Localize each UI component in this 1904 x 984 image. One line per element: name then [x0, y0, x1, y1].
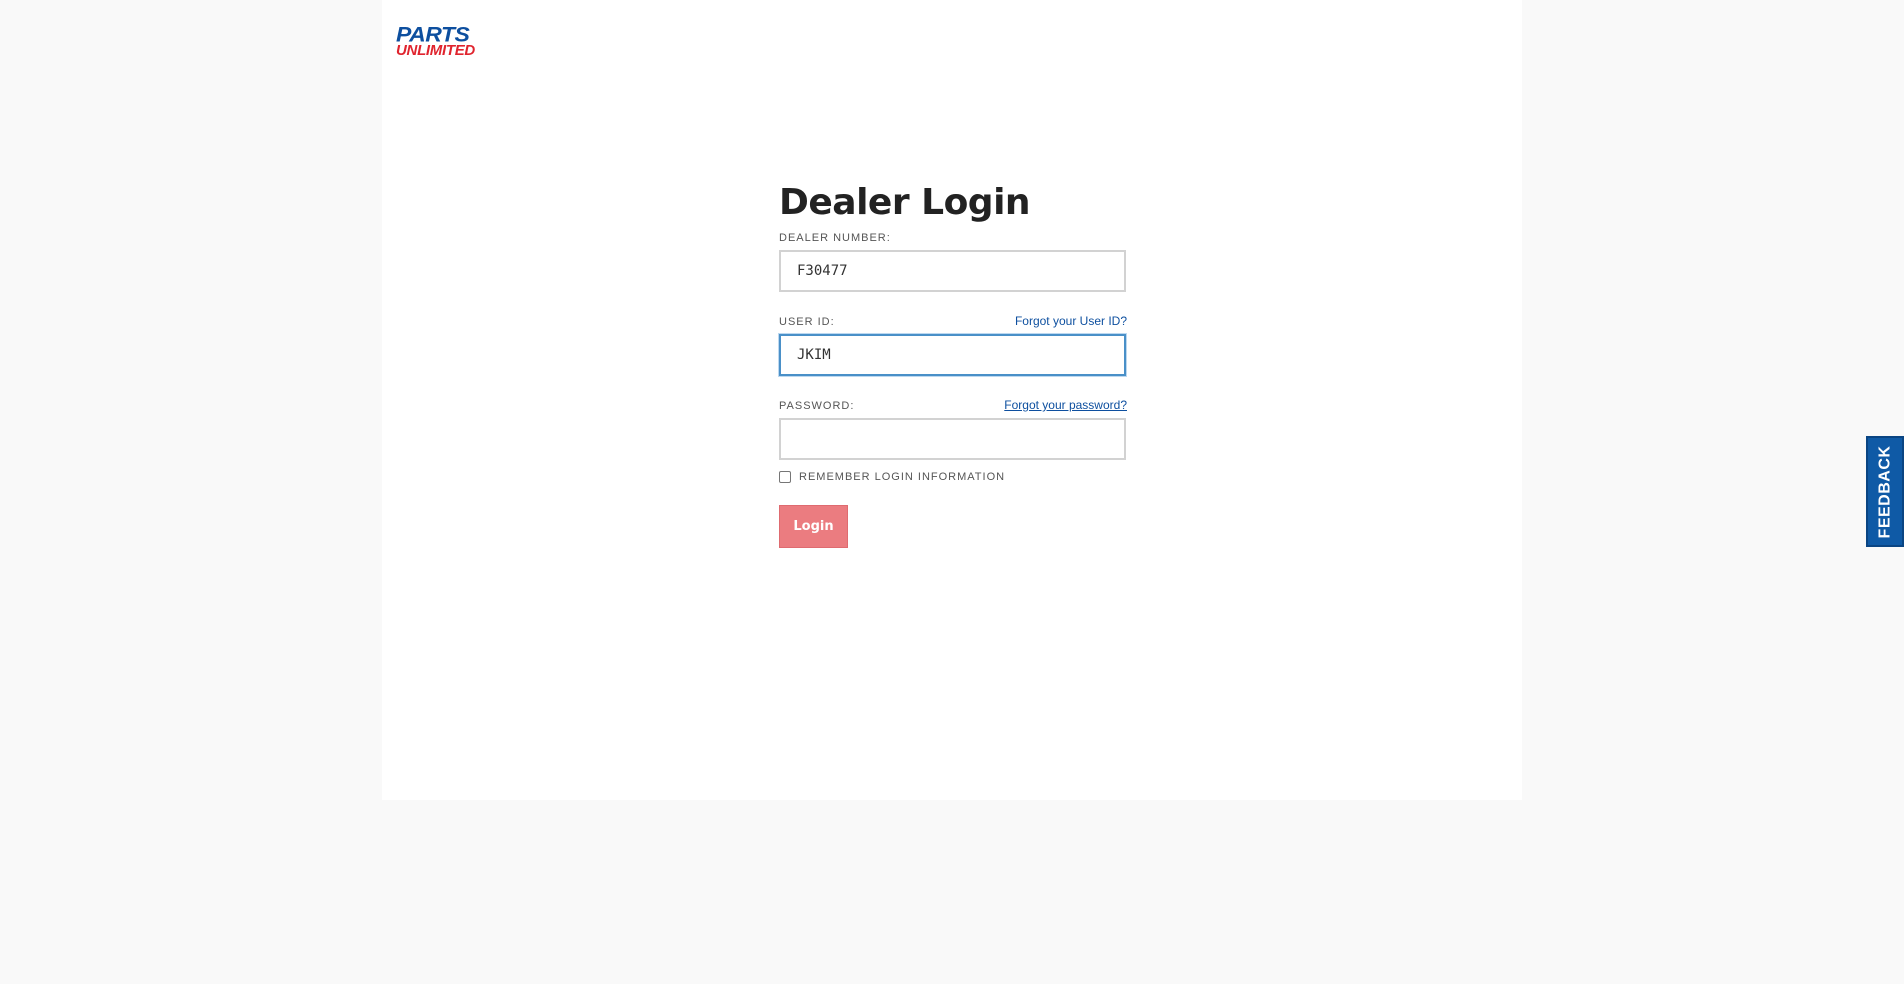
logo-line-parts: PARTS	[396, 22, 470, 47]
user-id-label-row: USER ID: Forgot your User ID?	[779, 314, 1127, 328]
remember-login-checkbox[interactable]	[779, 471, 791, 483]
password-label-row: PASSWORD: Forgot your password?	[779, 398, 1127, 412]
password-field-group: PASSWORD: Forgot your password?	[779, 398, 1127, 460]
feedback-tab-label: FEEDBACK	[1876, 445, 1894, 538]
dealer-number-field-group: DEALER NUMBER:	[779, 230, 1127, 292]
dealer-number-label-row: DEALER NUMBER:	[779, 230, 1127, 244]
feedback-tab[interactable]: FEEDBACK	[1866, 436, 1904, 547]
dealer-login-form: Dealer Login DEALER NUMBER: USER ID: For…	[779, 176, 1127, 548]
user-id-input[interactable]	[779, 334, 1126, 376]
page-title: Dealer Login	[779, 182, 1031, 223]
remember-login-label[interactable]: REMEMBER LOGIN INFORMATION	[799, 471, 1005, 483]
login-button[interactable]: Login	[779, 505, 848, 548]
page-panel: PARTS UNLIMITED Dealer Login DEALER NUMB…	[382, 0, 1522, 800]
user-id-label: USER ID:	[779, 316, 835, 328]
user-id-field-group: USER ID: Forgot your User ID?	[779, 314, 1127, 376]
password-input[interactable]	[779, 418, 1126, 460]
password-label: PASSWORD:	[779, 400, 855, 412]
dealer-number-input[interactable]	[779, 250, 1126, 292]
dealer-number-label: DEALER NUMBER:	[779, 232, 891, 244]
forgot-password-link[interactable]: Forgot your password?	[1004, 398, 1127, 412]
forgot-user-id-link[interactable]: Forgot your User ID?	[1015, 314, 1127, 328]
remember-login-row: REMEMBER LOGIN INFORMATION	[779, 469, 1127, 485]
parts-unlimited-logo[interactable]: PARTS UNLIMITED	[396, 24, 538, 60]
